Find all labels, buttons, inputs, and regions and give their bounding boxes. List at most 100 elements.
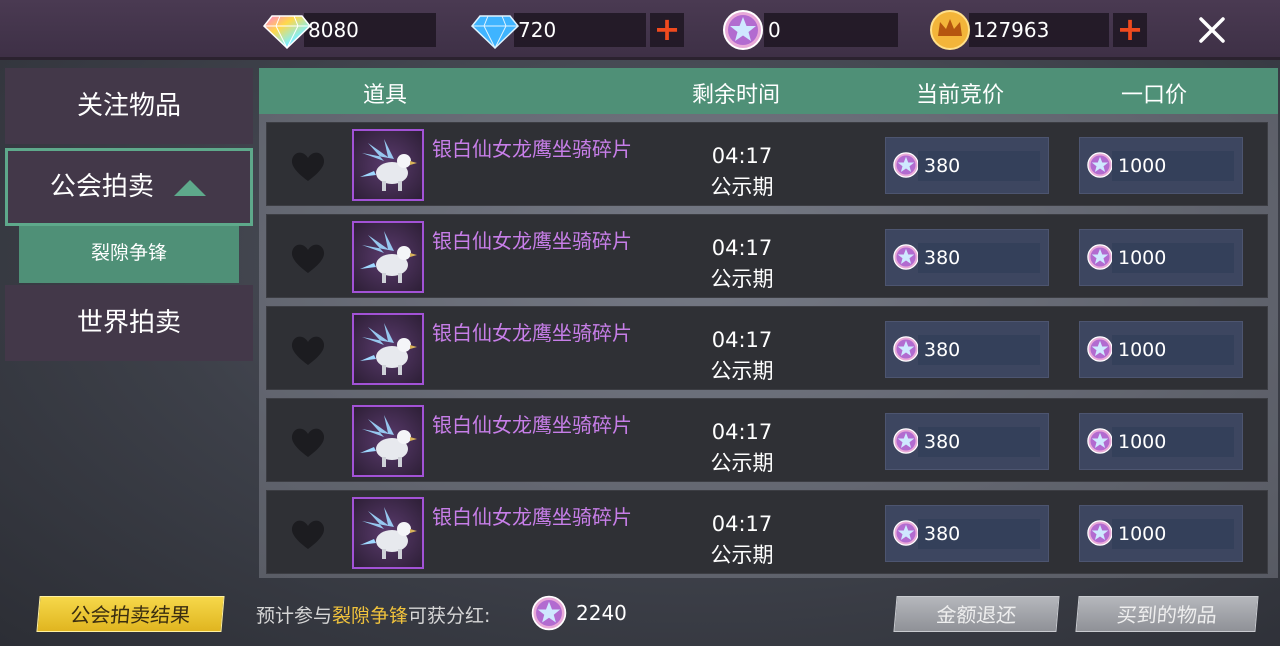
griffin-mount-icon <box>360 139 417 191</box>
table-row[interactable]: 银白仙女龙鹰坐骑碎片 04:17 公示期 380 1000 <box>266 214 1268 298</box>
current-bid-button[interactable]: 380 <box>885 137 1049 194</box>
add-gold-button[interactable]: + <box>1113 13 1147 47</box>
refund-button[interactable]: 金额退还 <box>893 596 1060 632</box>
star-coin-icon <box>893 152 919 178</box>
time-value: 04:17 <box>711 144 773 168</box>
table-row[interactable]: 银白仙女龙鹰坐骑碎片 04:17 公示期 380 1000 <box>266 398 1268 482</box>
star-coin-counter: 0 <box>718 10 898 50</box>
time-value: 04:17 <box>711 420 773 444</box>
favorite-heart-icon[interactable] <box>289 517 327 551</box>
star-coin-icon <box>893 428 919 454</box>
item-thumbnail[interactable] <box>352 129 424 201</box>
blue-diamond-counter: 720 + <box>470 10 684 50</box>
sidebar-item-watchlist[interactable]: 关注物品 <box>5 68 253 144</box>
time-remaining: 04:17 公示期 <box>687 325 797 387</box>
star-coin-icon <box>893 244 919 270</box>
buyout-value: 1000 <box>1112 335 1234 365</box>
star-coin-icon <box>1087 520 1113 546</box>
crown-gold-counter: 127963 + <box>925 10 1147 50</box>
favorite-heart-icon[interactable] <box>289 149 327 183</box>
auction-status: 公示期 <box>710 451 774 475</box>
table-row[interactable]: 银白仙女龙鹰坐骑碎片 04:17 公示期 380 1000 <box>266 490 1268 574</box>
time-remaining: 04:17 公示期 <box>687 141 797 203</box>
star-coin-icon <box>1087 244 1113 270</box>
close-icon <box>1199 17 1225 43</box>
sidebar-item-world-auction[interactable]: 世界拍卖 <box>5 285 253 361</box>
auction-status: 公示期 <box>710 543 774 567</box>
rainbow-gem-amount: 8080 <box>304 13 436 47</box>
current-bid-value: 380 <box>918 243 1040 273</box>
star-coin-icon <box>893 336 919 362</box>
rainbow-gem-counter: 8080 <box>262 10 436 50</box>
buyout-value: 1000 <box>1112 151 1234 181</box>
close-button[interactable] <box>1192 10 1232 50</box>
sidebar-item-label: 公会拍卖 <box>49 172 154 202</box>
sidebar-subitem-rift-battle[interactable]: 裂隙争锋 <box>19 226 239 283</box>
buyout-value: 1000 <box>1112 427 1234 457</box>
buyout-button[interactable]: 1000 <box>1079 321 1243 378</box>
griffin-mount-icon <box>360 231 417 283</box>
dividend-info: 预计参与裂隙争锋可获分红: <box>256 601 490 628</box>
star-coin-icon <box>718 10 768 50</box>
guild-auction-result-button[interactable]: 公会拍卖结果 <box>36 596 225 632</box>
item-name: 银白仙女龙鹰坐骑碎片 <box>432 505 632 529</box>
collapse-arrow-icon <box>174 179 207 196</box>
blue-diamond-icon <box>470 10 520 50</box>
star-coin-icon <box>893 520 919 546</box>
star-coin-icon <box>531 595 567 631</box>
time-value: 04:17 <box>711 512 773 536</box>
item-thumbnail[interactable] <box>352 405 424 477</box>
current-bid-button[interactable]: 380 <box>885 413 1049 470</box>
add-diamond-button[interactable]: + <box>650 13 684 47</box>
star-coin-amount: 0 <box>764 13 898 47</box>
buyout-value: 1000 <box>1112 519 1234 549</box>
header-item: 道具 <box>363 83 408 108</box>
current-bid-value: 380 <box>918 151 1040 181</box>
favorite-heart-icon[interactable] <box>289 241 327 275</box>
item-name: 银白仙女龙鹰坐骑碎片 <box>432 321 632 345</box>
item-thumbnail[interactable] <box>352 221 424 293</box>
item-name: 银白仙女龙鹰坐骑碎片 <box>432 413 632 437</box>
dividend-suffix: 可获分红: <box>408 605 491 627</box>
current-bid-button[interactable]: 380 <box>885 321 1049 378</box>
table-header: 道具 剩余时间 当前竞价 一口价 <box>259 68 1278 114</box>
favorite-heart-icon[interactable] <box>289 333 327 367</box>
bought-items-button[interactable]: 买到的物品 <box>1075 596 1259 632</box>
auction-status: 公示期 <box>710 175 774 199</box>
time-value: 04:17 <box>711 328 773 352</box>
star-coin-icon <box>1087 152 1113 178</box>
item-name: 银白仙女龙鹰坐骑碎片 <box>432 229 632 253</box>
buyout-button[interactable]: 1000 <box>1079 413 1243 470</box>
item-thumbnail[interactable] <box>352 497 424 569</box>
star-coin-icon <box>1087 428 1113 454</box>
time-remaining: 04:17 公示期 <box>687 233 797 295</box>
top-resource-bar: 8080 720 + 0 127963 + <box>0 0 1280 60</box>
table-row[interactable]: 银白仙女龙鹰坐骑碎片 04:17 公示期 380 1000 <box>266 122 1268 206</box>
blue-diamond-amount: 720 <box>514 13 646 47</box>
current-bid-button[interactable]: 380 <box>885 229 1049 286</box>
buyout-button[interactable]: 1000 <box>1079 137 1243 194</box>
table-row[interactable]: 银白仙女龙鹰坐骑碎片 04:17 公示期 380 1000 <box>266 306 1268 390</box>
current-bid-value: 380 <box>918 335 1040 365</box>
item-thumbnail[interactable] <box>352 313 424 385</box>
header-current-bid: 当前竞价 <box>916 83 1005 108</box>
dividend-activity: 裂隙争锋 <box>332 605 409 627</box>
time-remaining: 04:17 公示期 <box>687 509 797 571</box>
crown-gold-amount: 127963 <box>969 13 1109 47</box>
buyout-button[interactable]: 1000 <box>1079 505 1243 562</box>
header-buyout: 一口价 <box>1121 83 1188 108</box>
current-bid-button[interactable]: 380 <box>885 505 1049 562</box>
sidebar-item-guild-auction[interactable]: 公会拍卖 <box>5 148 253 226</box>
auction-status: 公示期 <box>710 359 774 383</box>
current-bid-value: 380 <box>918 519 1040 549</box>
dividend-prefix: 预计参与 <box>256 605 333 627</box>
favorite-heart-icon[interactable] <box>289 425 327 459</box>
rainbow-gem-icon <box>262 10 312 50</box>
time-value: 04:17 <box>711 236 773 260</box>
auction-status: 公示期 <box>710 267 774 291</box>
buyout-button[interactable]: 1000 <box>1079 229 1243 286</box>
buyout-value: 1000 <box>1112 243 1234 273</box>
griffin-mount-icon <box>360 323 417 375</box>
time-remaining: 04:17 公示期 <box>687 417 797 479</box>
griffin-mount-icon <box>360 415 417 467</box>
